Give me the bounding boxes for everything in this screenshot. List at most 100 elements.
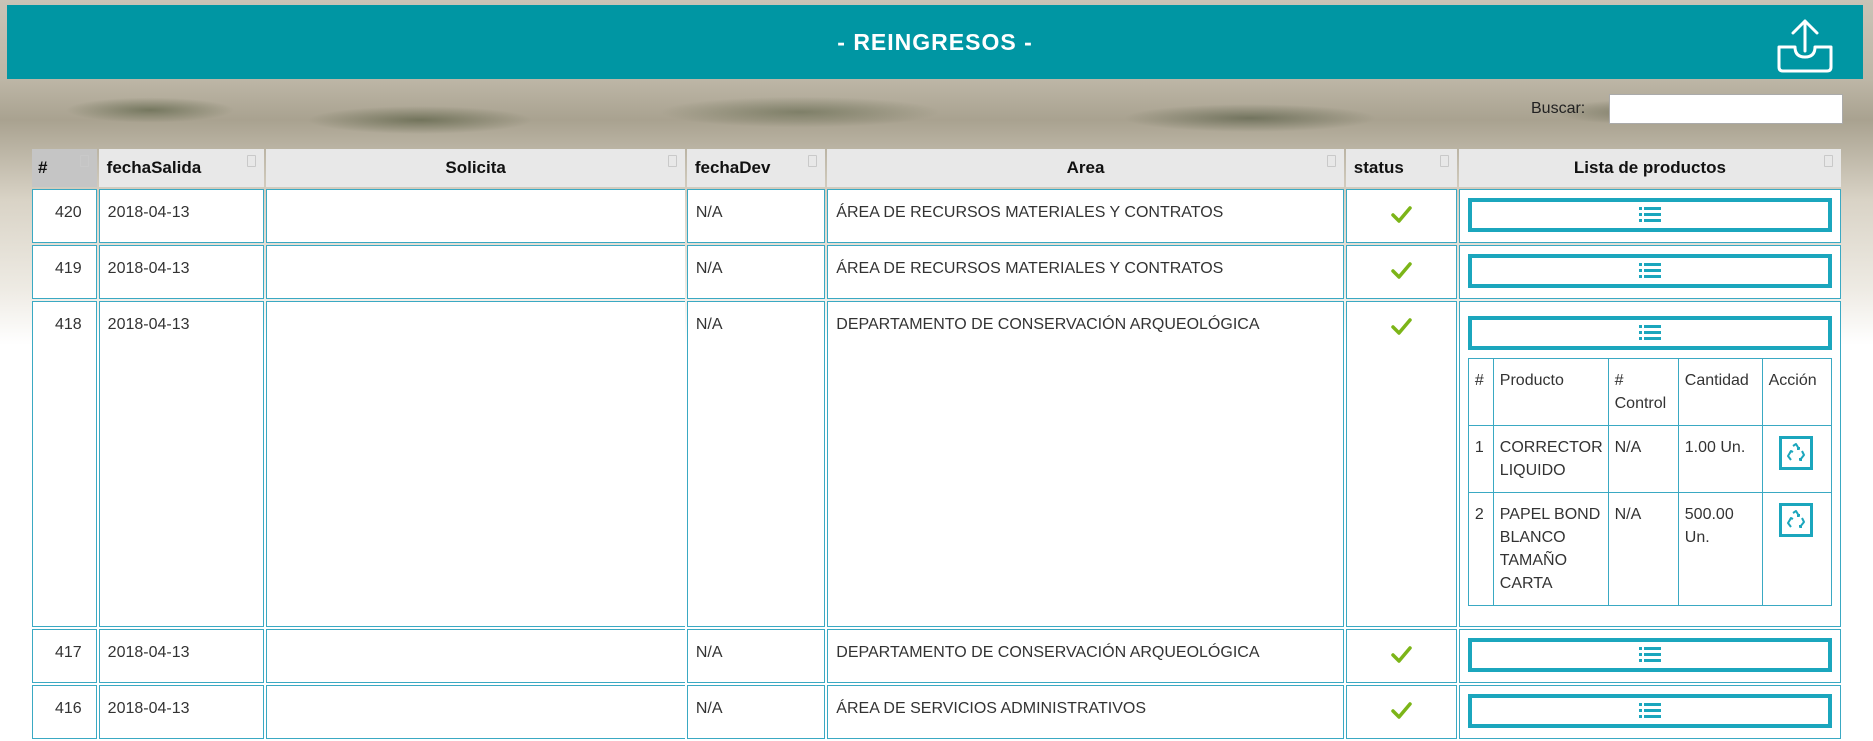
- check-icon: [1391, 206, 1413, 223]
- sub-cell-producto: PAPEL BOND BLANCO TAMAÑO CARTA: [1492, 492, 1609, 606]
- cell-solicita: [266, 685, 685, 739]
- sub-cell-cantidad: 1.00 Un.: [1677, 425, 1763, 493]
- cell-area: ÁREA DE RECURSOS MATERIALES Y CONTRATOS: [827, 245, 1344, 299]
- cell-area: ÁREA DE SERVICIOS ADMINISTRATIVOS: [827, 685, 1344, 739]
- cell-fechasalida: 2018-04-13: [98, 685, 265, 739]
- cell-fechadev: N/A: [686, 301, 826, 627]
- product-list-button[interactable]: [1467, 198, 1832, 232]
- recycle-icon: [1786, 443, 1805, 461]
- table-row: 416 2018-04-13 N/A ÁREA DE SERVICIOS ADM…: [32, 685, 1841, 739]
- cell-productos: [1458, 685, 1841, 739]
- product-subtable: # Producto # Control Cantidad Acción 1 C…: [1467, 358, 1833, 606]
- product-list-button[interactable]: [1467, 254, 1832, 288]
- sub-column-header: Cantidad: [1677, 358, 1763, 426]
- reingresos-table: # fechaSalida Solicita fechaDev Area sta…: [30, 147, 1843, 741]
- cell-status: [1345, 685, 1457, 739]
- cell-id: 416: [32, 685, 97, 739]
- column-label: fechaSalida: [106, 158, 202, 177]
- cell-fechasalida: 2018-04-13: [98, 189, 265, 243]
- cell-id: 419: [32, 245, 97, 299]
- page-title: - REINGRESOS -: [837, 29, 1033, 55]
- column-header-status[interactable]: status: [1345, 149, 1457, 187]
- list-icon: [1638, 207, 1661, 222]
- cell-status: [1345, 629, 1457, 683]
- sub-cell-producto: CORRECTOR LIQUIDO: [1492, 425, 1609, 493]
- export-button[interactable]: [1773, 17, 1837, 75]
- cell-fechadev: N/A: [686, 189, 826, 243]
- product-list-button[interactable]: [1467, 694, 1832, 728]
- subtable-row: 1 CORRECTOR LIQUIDO N/A 1.00 Un.: [1467, 425, 1833, 493]
- table-header-row: # fechaSalida Solicita fechaDev Area sta…: [32, 149, 1841, 187]
- cell-productos: [1458, 629, 1841, 683]
- cell-id: 420: [32, 189, 97, 243]
- cell-productos: # Producto # Control Cantidad Acción 1 C…: [1458, 301, 1841, 627]
- column-header-productos[interactable]: Lista de productos: [1458, 149, 1841, 187]
- check-icon: [1391, 262, 1413, 279]
- sub-column-header: Producto: [1492, 358, 1609, 426]
- sub-cell-n: 2: [1467, 492, 1494, 606]
- subtable-header-row: # Producto # Control Cantidad Acción: [1467, 358, 1833, 426]
- sub-column-header: Acción: [1761, 358, 1833, 426]
- cell-area: ÁREA DE RECURSOS MATERIALES Y CONTRATOS: [827, 189, 1344, 243]
- check-icon: [1391, 318, 1413, 335]
- cell-fechadev: N/A: [686, 685, 826, 739]
- sub-cell-control: N/A: [1607, 425, 1679, 493]
- list-icon: [1638, 263, 1661, 278]
- product-list-button[interactable]: [1467, 638, 1832, 672]
- cell-fechadev: N/A: [686, 629, 826, 683]
- cell-id: 418: [32, 301, 97, 627]
- sub-cell-accion: [1761, 425, 1833, 493]
- check-icon: [1391, 646, 1413, 663]
- column-header-fechadev[interactable]: fechaDev: [686, 149, 826, 187]
- table-row: 420 2018-04-13 N/A ÁREA DE RECURSOS MATE…: [32, 189, 1841, 243]
- sub-column-header: #: [1467, 358, 1494, 426]
- sort-icon: [1824, 155, 1833, 167]
- sub-cell-cantidad: 500.00 Un.: [1677, 492, 1763, 606]
- cell-solicita: [266, 245, 685, 299]
- cell-solicita: [266, 189, 685, 243]
- sort-icon: [1326, 155, 1336, 167]
- cell-fechasalida: 2018-04-13: [98, 629, 265, 683]
- recycle-icon: [1786, 510, 1805, 528]
- search-input[interactable]: [1609, 94, 1843, 124]
- column-header-number[interactable]: #: [32, 149, 97, 187]
- cell-solicita: [266, 629, 685, 683]
- cell-status: [1345, 245, 1457, 299]
- column-label: status: [1353, 158, 1404, 177]
- sort-icon: [808, 155, 818, 167]
- column-label: Lista de productos: [1573, 158, 1726, 177]
- cell-productos: [1458, 189, 1841, 243]
- page-header: - REINGRESOS -: [7, 5, 1863, 79]
- cell-solicita: [266, 301, 685, 627]
- column-header-area[interactable]: Area: [827, 149, 1344, 187]
- sort-icon: [1439, 155, 1449, 167]
- table-row: 417 2018-04-13 N/A DEPARTAMENTO DE CONSE…: [32, 629, 1841, 683]
- column-label: Solicita: [445, 158, 506, 177]
- sub-cell-control: N/A: [1607, 492, 1679, 606]
- cell-productos: [1458, 245, 1841, 299]
- list-icon: [1638, 647, 1661, 662]
- cell-area: DEPARTAMENTO DE CONSERVACIÓN ARQUEOLÓGIC…: [827, 301, 1344, 627]
- sub-cell-n: 1: [1467, 425, 1494, 493]
- cell-area: DEPARTAMENTO DE CONSERVACIÓN ARQUEOLÓGIC…: [827, 629, 1344, 683]
- table-row: 419 2018-04-13 N/A ÁREA DE RECURSOS MATE…: [32, 245, 1841, 299]
- list-icon: [1638, 703, 1661, 718]
- table-row: 418 2018-04-13 N/A DEPARTAMENTO DE CONSE…: [32, 301, 1841, 627]
- product-list-button[interactable]: [1467, 316, 1832, 350]
- search-label: Buscar:: [1531, 100, 1586, 117]
- subtable-row: 2 PAPEL BOND BLANCO TAMAÑO CARTA N/A 500…: [1467, 492, 1833, 606]
- sort-icon: [247, 155, 257, 167]
- column-header-solicita[interactable]: Solicita: [266, 149, 685, 187]
- cell-fechadev: N/A: [686, 245, 826, 299]
- column-label: fechaDev: [694, 158, 771, 177]
- sort-icon: [667, 155, 677, 167]
- column-header-fechasalida[interactable]: fechaSalida: [98, 149, 265, 187]
- cell-id: 417: [32, 629, 97, 683]
- list-icon: [1638, 325, 1661, 340]
- upload-tray-icon: [1777, 19, 1833, 73]
- cell-status: [1345, 301, 1457, 627]
- return-button[interactable]: [1778, 503, 1813, 537]
- sub-cell-accion: [1761, 492, 1833, 606]
- cell-status: [1345, 189, 1457, 243]
- return-button[interactable]: [1778, 436, 1813, 470]
